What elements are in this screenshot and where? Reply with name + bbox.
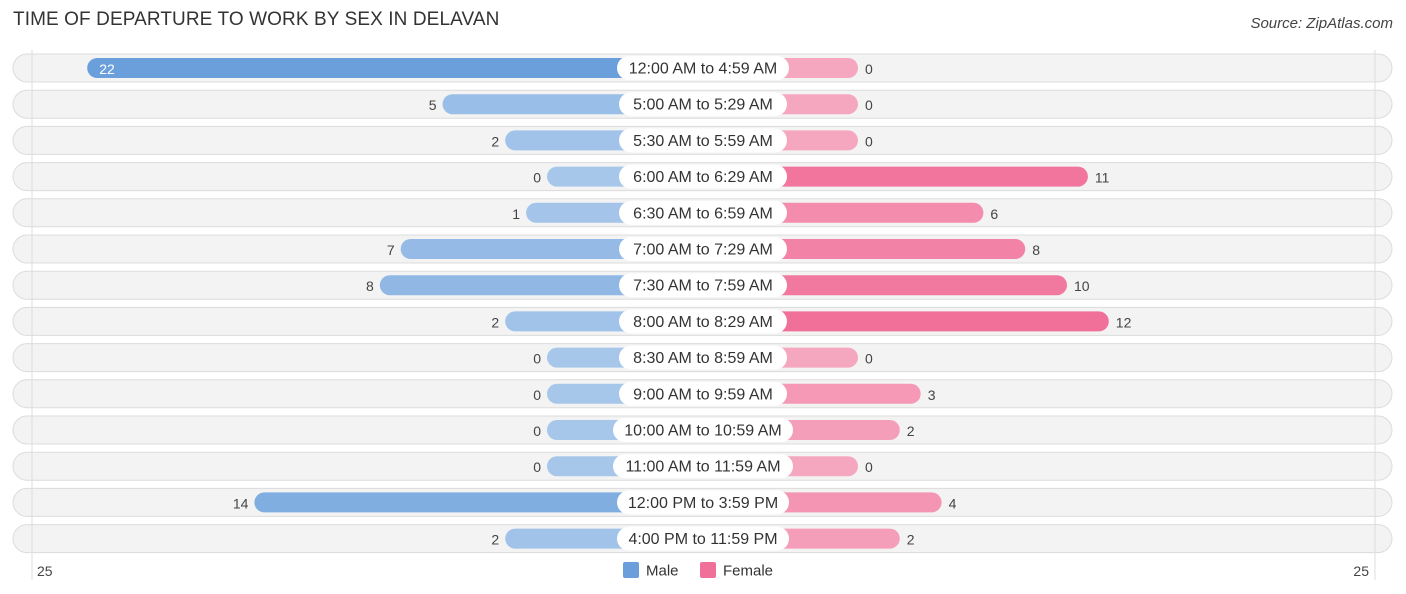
legend-label-male: Male	[646, 563, 679, 580]
chart-row: 11:00 AM to 11:59 AM 0 0	[12, 451, 1393, 481]
category-label: 10:00 AM to 10:59 AM	[624, 423, 781, 440]
value-label-female: 10	[1074, 278, 1090, 294]
chart-row: 8:30 AM to 8:59 AM 0 0	[12, 343, 1393, 373]
value-label-female: 12	[1116, 314, 1132, 330]
value-label-male: 2	[491, 314, 499, 330]
category-label: 11:00 AM to 11:59 AM	[625, 459, 780, 476]
value-label-male: 8	[366, 278, 374, 294]
axis-label-right: 25	[1353, 563, 1369, 579]
value-label-female: 0	[865, 351, 873, 367]
chart-row: 9:00 AM to 9:59 AM 0 3	[12, 379, 1393, 409]
legend-item-female[interactable]: Female	[700, 562, 773, 580]
category-label: 12:00 PM to 3:59 PM	[628, 495, 778, 512]
legend-swatch-male	[623, 562, 639, 578]
legend: Male Female	[623, 562, 773, 580]
value-label-male: 0	[533, 423, 541, 439]
category-label: 4:00 PM to 11:59 PM	[628, 531, 777, 548]
value-label-female: 8	[1032, 242, 1040, 258]
chart-row: 7:00 AM to 7:29 AM 7 8	[12, 234, 1393, 264]
value-label-male: 0	[533, 351, 541, 367]
value-label-female: 6	[990, 206, 998, 222]
category-label: 8:00 AM to 8:29 AM	[633, 314, 773, 331]
value-label-male: 1	[512, 206, 520, 222]
value-label-male: 0	[533, 387, 541, 403]
value-label-male: 5	[429, 97, 437, 113]
value-label-female: 0	[865, 61, 873, 77]
chart-row: 4:00 PM to 11:59 PM 2 2	[12, 524, 1393, 554]
chart-row: 10:00 AM to 10:59 AM 0 2	[12, 415, 1393, 445]
chart-canvas: 12:00 AM to 4:59 AM22 05:00 AM to 5:29 AM…	[12, 50, 1393, 580]
chart-row: 12:00 AM to 4:59 AM 22 0	[12, 53, 1393, 83]
value-label-male: 22	[99, 61, 115, 77]
chart-row: 12:00 PM to 3:59 PM 14 4	[12, 487, 1393, 517]
value-label-female: 3	[928, 387, 936, 403]
category-label: 5:00 AM to 5:29 AM	[633, 97, 773, 114]
category-label: 6:30 AM to 6:59 AM	[633, 205, 773, 222]
category-label: 9:00 AM to 9:59 AM	[633, 386, 773, 403]
category-label: 8:30 AM to 8:59 AM	[633, 350, 773, 367]
value-label-female: 4	[949, 495, 957, 511]
value-label-female: 2	[907, 532, 915, 548]
value-label-male: 7	[387, 242, 395, 258]
category-label: 12:00 AM to 4:59 AM	[629, 61, 778, 78]
chart-row: 6:30 AM to 6:59 AM 1 6	[12, 198, 1393, 228]
chart-row: 8:00 AM to 8:29 AM 2 12	[12, 306, 1393, 336]
value-label-female: 0	[865, 133, 873, 149]
chart-row: 5:00 AM to 5:29 AM 5 0	[12, 89, 1393, 119]
axis-label-left: 25	[37, 563, 53, 579]
chart-rows: 12:00 AM to 4:59 AM22 05:00 AM to 5:29 AM…	[12, 53, 1393, 554]
value-label-male: 2	[491, 133, 499, 149]
category-label: 5:30 AM to 5:59 AM	[633, 133, 773, 150]
category-label: 7:30 AM to 7:59 AM	[633, 278, 773, 295]
value-label-female: 11	[1095, 170, 1110, 186]
legend-item-male[interactable]: Male	[623, 562, 679, 580]
legend-label-female: Female	[723, 563, 773, 580]
chart-row: 5:30 AM to 5:59 AM 2 0	[12, 125, 1393, 155]
value-label-male: 2	[491, 532, 499, 548]
value-label-female: 2	[907, 423, 915, 439]
value-label-female: 0	[865, 459, 873, 475]
legend-swatch-female	[700, 562, 716, 578]
value-label-female: 0	[865, 97, 873, 113]
value-label-male: 0	[533, 170, 541, 186]
chart-row: 6:00 AM to 6:29 AM 0 11	[12, 162, 1393, 192]
category-label: 7:00 AM to 7:29 AM	[633, 242, 773, 259]
value-label-male: 0	[533, 459, 541, 475]
category-label: 6:00 AM to 6:29 AM	[633, 169, 773, 186]
chart-row: 7:30 AM to 7:59 AM 8 10	[12, 270, 1393, 300]
value-label-male: 14	[233, 495, 249, 511]
